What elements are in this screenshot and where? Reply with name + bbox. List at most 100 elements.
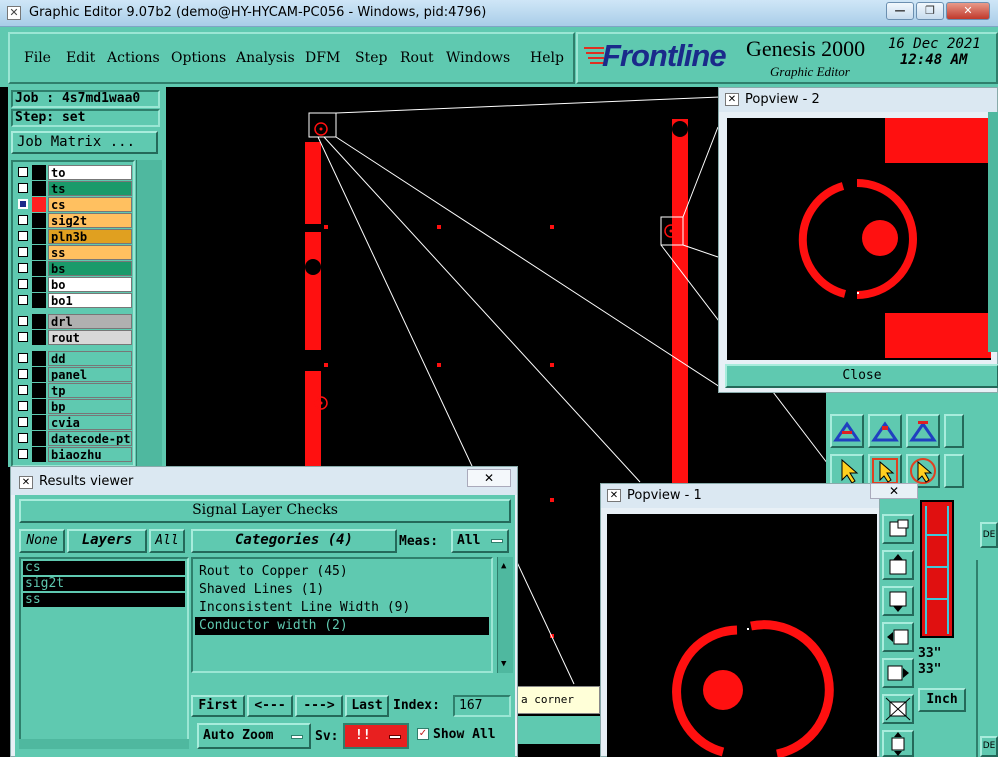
close-window-button[interactable]: ✕ [946, 2, 990, 20]
meas-dropdown[interactable]: All [451, 529, 509, 553]
zoom-fit-icon[interactable] [882, 694, 914, 724]
menu-step[interactable]: Step [355, 50, 387, 66]
next-button[interactable]: ---> [295, 695, 343, 717]
layer-row-rout[interactable]: rout [14, 330, 132, 345]
layer-name[interactable]: to [48, 165, 132, 180]
layer-color-swatch[interactable] [32, 447, 46, 462]
layer-checkbox[interactable] [18, 295, 28, 305]
menu-analysis[interactable]: Analysis [236, 50, 295, 66]
layer-color-swatch[interactable] [32, 415, 46, 430]
category-item[interactable]: Conductor width (2) [195, 617, 489, 635]
layer-row-bo[interactable]: bo [14, 277, 132, 292]
result-layer-item[interactable]: sig2t [23, 577, 185, 591]
layer-checkbox[interactable] [18, 247, 28, 257]
sv-dropdown[interactable]: !! [343, 723, 409, 749]
layer-list-hscroll[interactable] [19, 739, 189, 749]
layer-color-swatch[interactable] [32, 314, 46, 329]
prev-button[interactable]: <--- [247, 695, 293, 717]
menu-dfm[interactable]: DFM [305, 50, 340, 66]
layer-row-sig2t[interactable]: sig2t [14, 213, 132, 228]
layer-checkbox[interactable] [18, 167, 28, 177]
pan-left-icon[interactable] [882, 622, 914, 652]
layer-checkbox[interactable] [18, 263, 28, 273]
layer-color-swatch[interactable] [32, 213, 46, 228]
layer-checkbox[interactable] [18, 199, 28, 209]
layer-checkbox[interactable] [18, 369, 28, 379]
layer-list-scrollbar[interactable] [136, 160, 162, 467]
job-matrix-button[interactable]: Job Matrix ... [11, 131, 158, 154]
layer-row-bs[interactable]: bs [14, 261, 132, 276]
layer-row-ts[interactable]: ts [14, 181, 132, 196]
minimize-button[interactable]: — [886, 2, 914, 20]
layer-color-swatch[interactable] [32, 245, 46, 260]
menu-windows[interactable]: Windows [446, 50, 510, 66]
popview-1-canvas[interactable] [607, 514, 877, 757]
layer-color-swatch[interactable] [32, 431, 46, 446]
menu-help[interactable]: Help [530, 50, 564, 66]
layer-row-cvia[interactable]: cvia [14, 415, 132, 430]
last-button[interactable]: Last [345, 695, 389, 717]
layer-name[interactable]: dd [48, 351, 132, 366]
menu-options[interactable]: Options [171, 50, 226, 66]
category-item[interactable]: Inconsistent Line Width (9) [195, 599, 489, 617]
layer-checkbox[interactable] [18, 385, 28, 395]
layer-name[interactable]: cs [48, 197, 132, 212]
layer-row-to[interactable]: to [14, 165, 132, 180]
layers-toggle-button[interactable]: Layers [67, 529, 147, 553]
layer-name[interactable]: sig2t [48, 213, 132, 228]
tool-a-icon-3[interactable] [906, 414, 940, 448]
layer-name[interactable]: drl [48, 314, 132, 329]
first-button[interactable]: First [191, 695, 245, 717]
pan-up-icon[interactable] [882, 550, 914, 580]
layer-checkbox[interactable] [18, 231, 28, 241]
layer-color-swatch[interactable] [32, 229, 46, 244]
show-all-checkbox[interactable]: ✓ [417, 728, 429, 740]
auto-zoom-dropdown[interactable]: Auto Zoom [197, 723, 311, 749]
de-button-top[interactable]: DE [980, 522, 998, 548]
pan-right-icon[interactable] [882, 658, 914, 688]
layer-color-swatch[interactable] [32, 399, 46, 414]
popview-2-scrollbar[interactable] [988, 112, 998, 352]
layer-name[interactable]: ts [48, 181, 132, 196]
layer-color-swatch[interactable] [32, 261, 46, 276]
layer-checkbox[interactable] [18, 316, 28, 326]
layer-checkbox[interactable] [18, 332, 28, 342]
popview-1-close-icon[interactable]: ✕ [870, 483, 918, 499]
zoom-home-icon[interactable] [882, 730, 914, 757]
layer-row-bp[interactable]: bp [14, 399, 132, 414]
results-close-button[interactable]: ✕ [467, 469, 511, 487]
layer-name[interactable]: rout [48, 330, 132, 345]
popview-2-close-button[interactable]: Close [725, 364, 998, 388]
layer-name[interactable]: bs [48, 261, 132, 276]
menu-rout[interactable]: Rout [400, 50, 434, 66]
menu-actions[interactable]: Actions [107, 50, 160, 66]
layer-color-swatch[interactable] [32, 197, 46, 212]
layer-row-bo1[interactable]: bo1 [14, 293, 132, 308]
layer-row-pln3b[interactable]: pln3b [14, 229, 132, 244]
layer-name[interactable]: bo [48, 277, 132, 292]
layer-row-ss[interactable]: ss [14, 245, 132, 260]
layer-name[interactable]: cvia [48, 415, 132, 430]
layer-checkbox[interactable] [18, 449, 28, 459]
layer-checkbox[interactable] [18, 401, 28, 411]
tool-a-icon-1[interactable] [830, 414, 864, 448]
result-layer-item[interactable]: cs [23, 561, 185, 575]
layer-color-swatch[interactable] [32, 330, 46, 345]
layer-color-swatch[interactable] [32, 277, 46, 292]
layer-name[interactable]: datecode-pto [48, 431, 132, 446]
layer-color-swatch[interactable] [32, 351, 46, 366]
layer-name[interactable]: tp [48, 383, 132, 398]
category-item[interactable]: Rout to Copper (45) [195, 563, 489, 581]
pointer-tool-4-icon[interactable] [944, 454, 964, 488]
layer-color-swatch[interactable] [32, 367, 46, 382]
layer-color-swatch[interactable] [32, 181, 46, 196]
layer-color-swatch[interactable] [32, 383, 46, 398]
layer-checkbox[interactable] [18, 215, 28, 225]
layer-color-swatch[interactable] [32, 293, 46, 308]
menu-file[interactable]: File [24, 50, 51, 66]
layer-checkbox[interactable] [18, 417, 28, 427]
popview-2-canvas[interactable] [727, 118, 991, 360]
tool-a-icon-2[interactable] [868, 414, 902, 448]
scroll-up-icon[interactable]: ▲ [501, 561, 506, 571]
layer-color-swatch[interactable] [32, 165, 46, 180]
